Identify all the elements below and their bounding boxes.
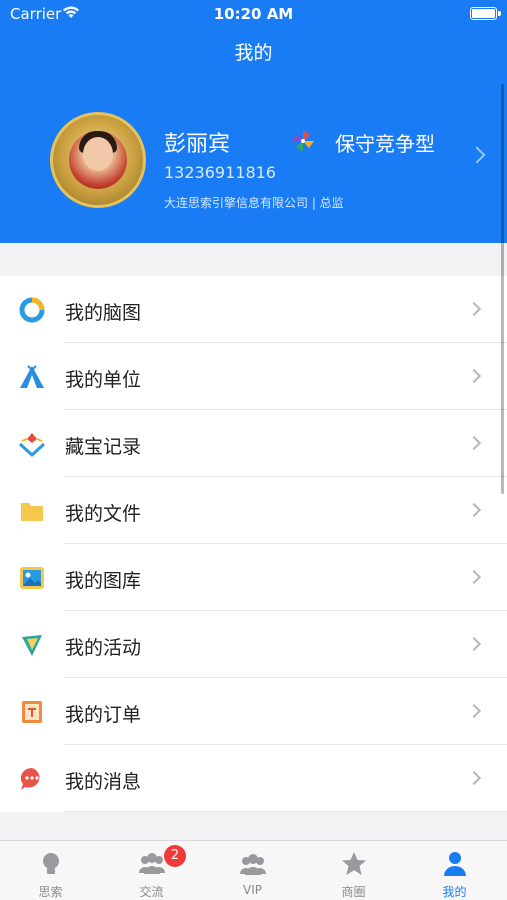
chevron-right-icon	[466, 435, 482, 451]
menu-label: 我的订单	[65, 704, 142, 726]
menu-item-messages[interactable]: 我的消息	[0, 745, 507, 812]
menu-item-mindmap[interactable]: 我的脑图	[0, 276, 507, 343]
group-icon	[138, 853, 165, 874]
tab-bar: 思索 交流 VIP 商圈 我的	[0, 840, 507, 900]
tab-exchange[interactable]: 交流	[101, 841, 202, 900]
tab-label: 思索	[38, 885, 63, 899]
tab-label: 交流	[139, 885, 164, 899]
menu-item-orders[interactable]: 我的订单	[0, 678, 507, 745]
menu-list: 我的脑图 我的单位 藏宝记录 我的文件 我的图库 我的活动 我的订单 我的消息	[0, 276, 507, 812]
menu-item-treasure[interactable]: 藏宝记录	[0, 410, 507, 477]
scrollbar[interactable]	[501, 84, 504, 494]
menu-item-files[interactable]: 我的文件	[0, 477, 507, 544]
company-title: 大连思索引擎信息有限公司 | 总监	[164, 196, 344, 210]
chevron-right-icon	[466, 502, 482, 518]
treasure-icon	[18, 433, 46, 458]
tab-vip[interactable]: VIP	[202, 841, 303, 900]
persona-type: 保守竞争型	[335, 132, 435, 156]
tab-label: 商圈	[341, 885, 366, 899]
section-gap	[0, 243, 507, 276]
message-icon	[20, 767, 40, 790]
avatar-face	[83, 137, 113, 171]
menu-label: 我的单位	[65, 369, 142, 391]
menu-label: 我的文件	[65, 503, 142, 525]
flag-icon	[22, 635, 42, 656]
vip-group-icon	[239, 854, 266, 875]
battery-tip	[498, 11, 501, 16]
profile-header: Carrier 10:20 AM 我的 彭丽宾 保守竞争型 1323691181…	[0, 0, 507, 243]
menu-label: 藏宝记录	[65, 436, 142, 458]
tab-think[interactable]: 思索	[0, 841, 101, 900]
person-icon	[443, 852, 466, 876]
menu-item-gallery[interactable]: 我的图库	[0, 544, 507, 611]
chevron-right-icon	[466, 301, 482, 317]
battery-icon	[470, 7, 497, 20]
star-icon	[341, 852, 366, 875]
tab-label: 我的	[442, 885, 467, 899]
status-bar: Carrier 10:20 AM	[0, 0, 507, 28]
avatar[interactable]	[50, 112, 146, 208]
menu-label: 我的图库	[65, 570, 142, 592]
mindmap-icon	[19, 297, 45, 323]
bulb-icon	[42, 853, 59, 874]
chevron-right-icon	[466, 636, 482, 652]
phone-number: 13236911816	[164, 163, 276, 182]
menu-label: 我的活动	[65, 637, 142, 659]
clock: 10:20 AM	[213, 5, 294, 23]
order-icon	[22, 701, 42, 723]
folder-icon	[21, 503, 43, 521]
tent-icon	[20, 365, 44, 388]
notification-badge: 2	[164, 845, 186, 867]
page-title: 我的	[234, 42, 273, 64]
user-name: 彭丽宾	[164, 132, 231, 157]
tab-business[interactable]: 商圈	[303, 841, 404, 900]
tab-mine[interactable]: 我的	[404, 841, 505, 900]
menu-label: 我的消息	[65, 771, 142, 793]
menu-item-unit[interactable]: 我的单位	[0, 343, 507, 410]
chevron-right-icon	[466, 703, 482, 719]
pinwheel-icon	[292, 130, 314, 152]
menu-label: 我的脑图	[65, 302, 142, 324]
gallery-icon	[20, 567, 44, 589]
chevron-right-icon	[466, 770, 482, 786]
chevron-right-icon	[466, 569, 482, 585]
menu-item-activities[interactable]: 我的活动	[0, 611, 507, 678]
tab-label: VIP	[243, 883, 262, 897]
chevron-right-icon[interactable]	[468, 146, 486, 164]
chevron-right-icon	[466, 368, 482, 384]
